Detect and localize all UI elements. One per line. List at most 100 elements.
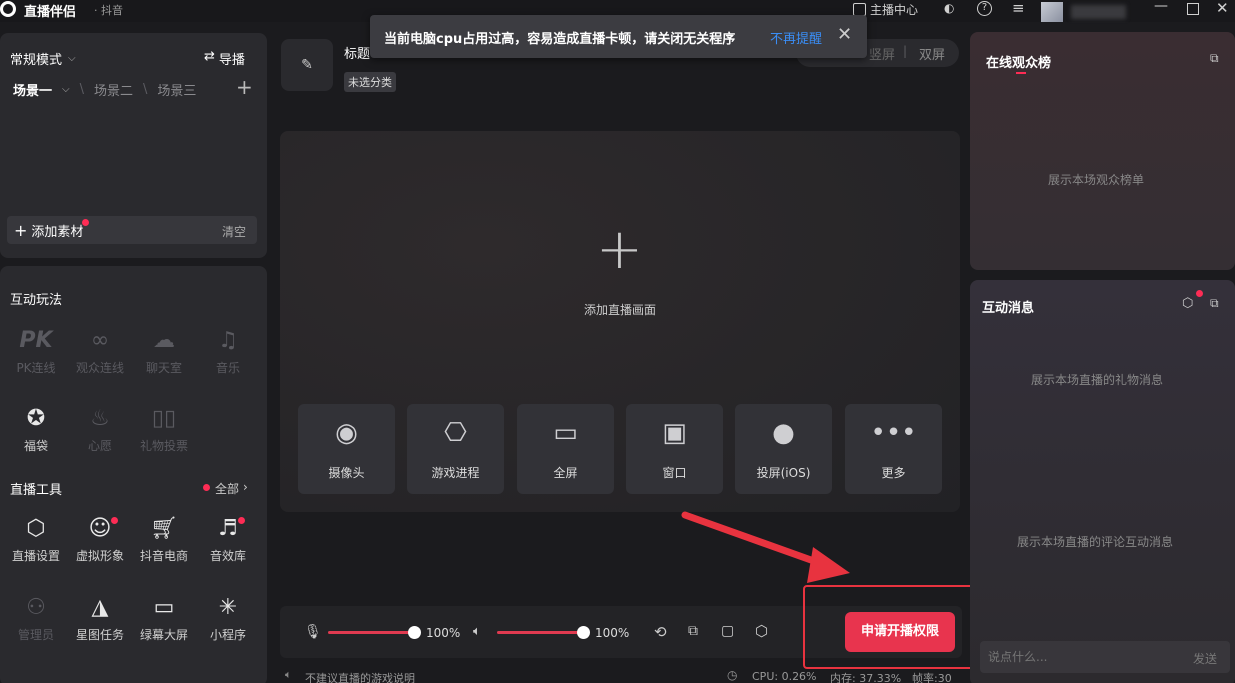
- admin-icon: ⚇: [26, 595, 46, 620]
- sound-fx-icon: ♬: [218, 516, 238, 541]
- lucky-bag-tool[interactable]: ✪ 福袋: [8, 405, 64, 454]
- add-scene-icon[interactable]: +: [236, 75, 253, 99]
- headset-icon[interactable]: ◐: [944, 1, 954, 15]
- scene-tabs: 场景一 ⌵ \ 场景二 \ 场景三: [13, 80, 196, 99]
- link-icon: ∞: [90, 328, 110, 353]
- mode-select[interactable]: 常规模式 ⌵: [10, 49, 76, 68]
- mode-label: 常规模式: [10, 53, 63, 68]
- edit-title-button[interactable]: ✎: [281, 39, 333, 91]
- game-process-source[interactable]: ⎔ 游戏进程: [407, 404, 504, 494]
- virtual-avatar-tool[interactable]: ☺ 虚拟形象: [72, 515, 128, 564]
- microphone-icon[interactable]: 🎙︎: [304, 624, 322, 640]
- green-screen-label: 绿幕大屏: [139, 628, 188, 642]
- chatroom-label: 聊天室: [145, 361, 182, 375]
- mini-program-tool[interactable]: ✳ 小程序: [200, 594, 256, 643]
- cpu-stat: CPU: 0.26%: [752, 670, 817, 683]
- category-tag[interactable]: 未选分类: [344, 72, 396, 92]
- window-source[interactable]: ▣ 窗口: [626, 404, 723, 494]
- speaker-icon[interactable]: 🔈︎: [473, 624, 481, 639]
- plus-icon: +: [14, 221, 28, 240]
- user-avatar[interactable]: [1041, 2, 1063, 22]
- record-icon[interactable]: ▢: [721, 623, 734, 639]
- settings-icon: ⬡: [26, 516, 46, 541]
- ios-cast-source[interactable]: ● 投屏(iOS): [735, 404, 832, 494]
- settings-icon[interactable]: ⬡: [755, 622, 768, 640]
- app-title: 直播伴侣: [24, 5, 77, 20]
- tools-title: 直播工具: [10, 483, 63, 498]
- gift-vote-tool[interactable]: ▯▯ 礼物投票: [136, 405, 192, 454]
- tab-dual[interactable]: 双屏: [919, 44, 945, 63]
- switch-icon: ⇄: [204, 49, 215, 64]
- minimize-button[interactable]: —: [1154, 0, 1168, 14]
- pk-link-tool[interactable]: PK PK连线: [8, 327, 64, 376]
- tab-scene-3[interactable]: 场景三: [157, 80, 196, 99]
- tab-scene-2[interactable]: 场景二: [94, 80, 133, 99]
- guide-button[interactable]: ⇄ 导播: [204, 49, 245, 68]
- more-source[interactable]: ••• 更多: [845, 404, 942, 494]
- clear-button[interactable]: 清空: [222, 223, 246, 240]
- maximize-button[interactable]: [1187, 3, 1199, 15]
- chevron-down-icon[interactable]: ⌵: [62, 84, 70, 95]
- audience-link-label: 观众连线: [75, 361, 124, 375]
- title-label[interactable]: 标题: [344, 43, 370, 62]
- music-label: 音乐: [215, 361, 240, 375]
- tab-portrait[interactable]: 竖屏: [869, 44, 895, 63]
- audience-link-tool[interactable]: ∞ 观众连线: [72, 327, 128, 376]
- camera-icon: ◉: [335, 418, 358, 448]
- mic-volume-knob[interactable]: [408, 626, 421, 639]
- lucky-bag-label: 福袋: [23, 439, 48, 453]
- send-button[interactable]: 发送: [1193, 650, 1217, 667]
- gift-vote-label: 礼物投票: [139, 439, 188, 453]
- cast-icon[interactable]: ⧉: [688, 623, 698, 639]
- ios-cast-label: 投屏(iOS): [756, 466, 811, 480]
- ecommerce-tool[interactable]: 🛒︎ 抖音电商: [136, 515, 192, 564]
- ecommerce-label: 抖音电商: [139, 549, 188, 563]
- green-screen-tool[interactable]: ▭ 绿幕大屏: [136, 594, 192, 643]
- admin-tool[interactable]: ⚇ 管理员: [8, 594, 64, 643]
- tab-divider: |: [903, 44, 908, 58]
- tools-all-label: 全部: [215, 482, 240, 496]
- mic-volume-slider[interactable]: [328, 631, 415, 634]
- dismiss-link[interactable]: 不再提醒: [770, 28, 822, 47]
- app-subtitle: · 抖音: [94, 4, 123, 17]
- star-task-tool[interactable]: ◮ 星图任务: [72, 594, 128, 643]
- speaker-volume-slider[interactable]: [497, 631, 584, 634]
- memory-stat: 内存: 37.33%: [830, 672, 902, 683]
- popout-icon[interactable]: ⧉: [1210, 51, 1219, 66]
- chat-input[interactable]: [988, 648, 1168, 666]
- rotate-icon[interactable]: ⟲: [654, 623, 667, 641]
- add-material-button[interactable]: + 添加素材: [14, 221, 83, 240]
- window-icon: ▣: [662, 418, 687, 448]
- cart-icon: 🛒︎: [150, 516, 178, 541]
- speaker-volume-knob[interactable]: [577, 626, 590, 639]
- fullscreen-source[interactable]: ▭ 全屏: [517, 404, 614, 494]
- chatroom-tool[interactable]: ☁ 聊天室: [136, 327, 192, 376]
- music-tool[interactable]: ♫ 音乐: [200, 327, 256, 376]
- add-material-label: 添加素材: [31, 225, 84, 240]
- virtual-avatar-label: 虚拟形象: [75, 549, 124, 563]
- tab-scene-1[interactable]: 场景一: [13, 80, 52, 99]
- menu-icon[interactable]: ≡: [1012, 0, 1025, 17]
- notification-dot: [1196, 290, 1203, 297]
- chatroom-icon: ☁: [153, 328, 175, 353]
- notification-dot: [203, 484, 210, 491]
- audience-title: 在线观众榜: [986, 56, 1052, 71]
- popout-icon[interactable]: ⧉: [1210, 296, 1219, 311]
- tools-all-link[interactable]: 全部 ›: [215, 480, 248, 497]
- camera-source[interactable]: ◉ 摄像头: [298, 404, 395, 494]
- wish-tool[interactable]: ♨ 心愿: [72, 405, 128, 454]
- live-settings-tool[interactable]: ⬡ 直播设置: [8, 515, 64, 564]
- close-icon[interactable]: ✕: [837, 24, 852, 45]
- chevron-down-icon: ⌵: [68, 53, 76, 64]
- pk-icon: PK: [19, 328, 53, 353]
- lucky-bag-icon: ✪: [26, 406, 46, 431]
- tab-underline: [1016, 72, 1026, 74]
- guide-label: 导播: [218, 53, 245, 68]
- add-source-plus-icon[interactable]: +: [596, 222, 643, 278]
- settings-icon[interactable]: ⬡: [1182, 296, 1193, 311]
- sound-fx-tool[interactable]: ♬ 音效库: [200, 515, 256, 564]
- game-note-link[interactable]: 不建议直播的游戏说明: [305, 670, 415, 683]
- wish-icon: ♨: [90, 406, 110, 431]
- help-icon[interactable]: ?: [977, 1, 992, 16]
- close-window-button[interactable]: ✕: [1216, 0, 1229, 17]
